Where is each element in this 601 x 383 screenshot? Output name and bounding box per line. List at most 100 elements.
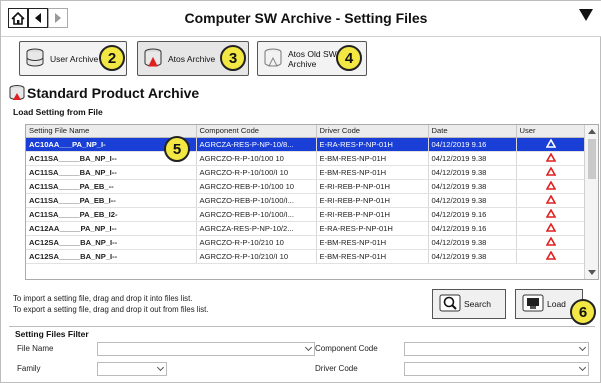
- component-code-select[interactable]: [404, 342, 589, 356]
- user-cell: [516, 179, 587, 194]
- driver-code-cell: E-BM-RES-NP-01H: [316, 235, 429, 251]
- search-button[interactable]: Search: [432, 289, 506, 319]
- driver-code-cell: E-RA-RES-P-NP-01H: [316, 137, 429, 152]
- warning-triangle-icon: [545, 208, 557, 218]
- table-row[interactable]: AC10AA___PA_NP_I- AGRCZA-RES-P-NP-10/8...…: [26, 137, 587, 152]
- warning-triangle-icon: [545, 166, 557, 176]
- load-setting-subtitle: Load Setting from File: [13, 107, 103, 117]
- family-select[interactable]: [97, 362, 167, 376]
- scroll-thumb[interactable]: [588, 139, 596, 179]
- date-cell: 04/12/2019 9.16: [428, 221, 517, 237]
- window-title: Computer SW Archive - Setting Files: [184, 10, 428, 26]
- column-header-user[interactable]: User: [516, 125, 587, 138]
- component-code-cell: AGRCZO-R-P-10/210 10: [196, 235, 317, 251]
- user-archive-label: User Archive: [50, 53, 99, 64]
- warning-triangle-icon: [545, 194, 557, 204]
- component-code-cell: AGRCZO-R-P-10/100/I 10: [196, 165, 317, 180]
- table-scrollbar[interactable]: [584, 125, 598, 279]
- menu-dropdown-icon[interactable]: [579, 9, 593, 21]
- table-row[interactable]: AC11SA_____BA_NP_I-- AGRCZO-R-P-10/100 10…: [26, 151, 587, 166]
- date-cell: 04/12/2019 9.16: [428, 137, 517, 152]
- date-cell: 04/12/2019 9.38: [428, 193, 517, 208]
- user-cell: [516, 235, 587, 251]
- chevron-down-icon: [578, 363, 587, 372]
- table-row[interactable]: AC12SA_____BA_NP_I-- AGRCZO-R-P-10/210/I …: [26, 249, 587, 265]
- driver-code-select[interactable]: [404, 362, 589, 376]
- column-header-driver-code[interactable]: Driver Code: [316, 125, 429, 138]
- search-label: Search: [464, 299, 491, 309]
- filter-title: Setting Files Filter: [15, 329, 89, 339]
- user-cell: [516, 165, 587, 180]
- column-header-component-code[interactable]: Component Code: [196, 125, 317, 138]
- user-cell: [516, 221, 587, 237]
- old-archive-database-icon: [262, 47, 286, 71]
- date-cell: 04/12/2019 9.38: [428, 151, 517, 166]
- driver-code-cell: E-RI-REB-P-NP-01H: [316, 193, 429, 208]
- file-name-label: File Name: [17, 344, 54, 353]
- table-row[interactable]: AC11SA_____BA_NP_I-- AGRCZO-R-P-10/100/I …: [26, 165, 587, 180]
- date-cell: 04/12/2019 9.38: [428, 235, 517, 251]
- back-arrow-icon: [35, 13, 41, 23]
- scroll-up-icon[interactable]: [588, 129, 596, 134]
- scroll-down-icon[interactable]: [588, 270, 596, 275]
- atos-archive-label: Atos Archive: [168, 53, 216, 64]
- table-row[interactable]: AC12AA_____PA_NP_I-- AGRCZA-RES-P-NP-10/2…: [26, 221, 587, 237]
- warning-triangle-icon: [545, 222, 557, 232]
- chevron-down-icon: [304, 343, 313, 352]
- driver-code-cell: E-BM-RES-NP-01H: [316, 249, 429, 265]
- warning-triangle-icon: [545, 137, 557, 148]
- search-icon: [439, 293, 461, 315]
- table-row[interactable]: AC11SA_____PA_EB_-- AGRCZO-REB-P-10/100 1…: [26, 179, 587, 194]
- section-title: Standard Product Archive: [27, 85, 200, 101]
- driver-code-cell: E-BM-RES-NP-01H: [316, 151, 429, 166]
- driver-code-cell: E-RA-RES-P-NP-01H: [316, 221, 429, 237]
- home-button[interactable]: [8, 8, 28, 28]
- setting-files-filter: Setting Files Filter File Name Component…: [9, 326, 595, 378]
- column-header-date[interactable]: Date: [428, 125, 517, 138]
- table-row[interactable]: AC11SA_____PA_EB_I2- AGRCZO-REB-P-10/100/…: [26, 207, 587, 223]
- home-icon: [11, 11, 25, 25]
- component-code-cell: AGRCZA-RES-P-NP-10/8...: [196, 137, 317, 152]
- component-code-cell: AGRCZO-REB-P-10/100/I...: [196, 207, 317, 223]
- component-code-cell: AGRCZO-REB-P-10/100/I...: [196, 193, 317, 208]
- setting-file-name-cell: AC11SA_____BA_NP_I--: [26, 165, 197, 180]
- user-cell: [516, 193, 587, 208]
- chevron-down-icon: [578, 343, 587, 352]
- database-icon: [24, 47, 48, 71]
- user-cell: [516, 137, 587, 152]
- driver-code-label: Driver Code: [315, 364, 358, 373]
- back-button[interactable]: [28, 8, 48, 28]
- export-instruction: To export a setting file, drag and drop …: [13, 305, 209, 314]
- driver-code-cell: E-RI-REB-P-NP-01H: [316, 207, 429, 223]
- setting-file-name-cell: AC12SA_____BA_NP_I--: [26, 249, 197, 265]
- file-name-select[interactable]: [97, 342, 315, 356]
- setting-file-name-cell: AC11SA_____PA_EB_I2-: [26, 207, 197, 223]
- load-label: Load: [547, 299, 566, 309]
- setting-file-name-cell: AC11SA_____PA_EB_I--: [26, 193, 197, 208]
- component-code-cell: AGRCZO-R-P-10/210/I 10: [196, 249, 317, 265]
- standard-archive-icon: [8, 84, 26, 107]
- forward-button[interactable]: [48, 8, 68, 28]
- load-icon: [522, 293, 544, 315]
- callout-badge-2: 2: [99, 45, 125, 71]
- date-cell: 04/12/2019 9.38: [428, 179, 517, 194]
- chevron-down-icon: [156, 363, 165, 372]
- warning-triangle-icon: [545, 250, 557, 261]
- setting-file-name-cell: AC11SA_____PA_EB_--: [26, 179, 197, 194]
- forward-arrow-icon: [55, 13, 61, 23]
- family-label: Family: [17, 364, 41, 373]
- import-instruction: To import a setting file, drag and drop …: [13, 294, 193, 303]
- warning-triangle-icon: [545, 236, 557, 247]
- callout-badge-4: 4: [336, 45, 362, 71]
- user-cell: [516, 249, 587, 265]
- setting-files-window: Computer SW Archive - Setting Files User…: [0, 0, 601, 383]
- setting-file-name-cell: AC12AA_____PA_NP_I--: [26, 221, 197, 237]
- setting-files-table[interactable]: Setting File Name Component Code Driver …: [25, 124, 599, 280]
- column-header-setting-file-name[interactable]: Setting File Name: [26, 125, 197, 138]
- setting-file-name-cell: AC12SA_____BA_NP_I--: [26, 235, 197, 251]
- table-row[interactable]: AC11SA_____PA_EB_I-- AGRCZO-REB-P-10/100/…: [26, 193, 587, 208]
- table-row[interactable]: AC12SA_____BA_NP_I-- AGRCZO-R-P-10/210 10…: [26, 235, 587, 251]
- title-bar: Computer SW Archive - Setting Files: [1, 1, 601, 37]
- warning-triangle-icon: [545, 152, 557, 162]
- date-cell: 04/12/2019 9.38: [428, 249, 517, 265]
